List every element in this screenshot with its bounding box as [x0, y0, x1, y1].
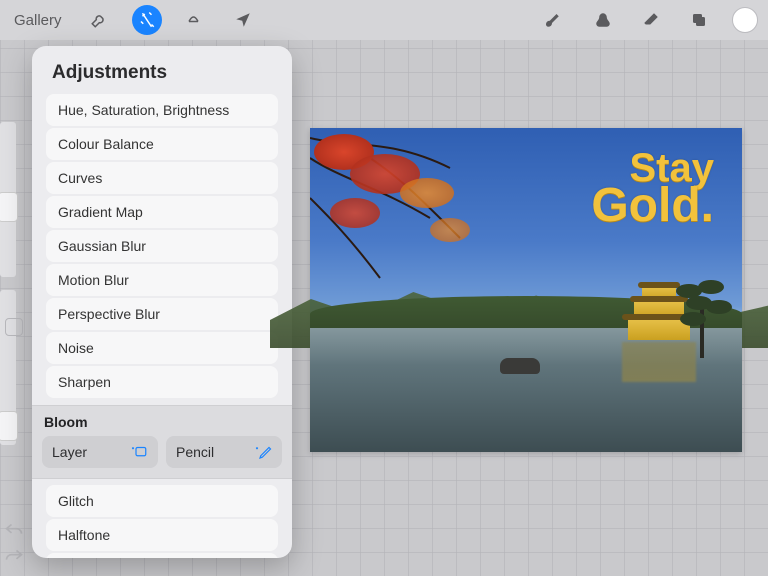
canvas-leaves: [430, 218, 470, 242]
bloom-title: Bloom: [42, 412, 282, 436]
undo-icon[interactable]: [4, 522, 24, 538]
adj-glitch[interactable]: Glitch: [46, 485, 278, 517]
canvas-pine: [672, 278, 732, 358]
slider-thumb[interactable]: [0, 192, 18, 222]
adj-noise[interactable]: Noise: [46, 332, 278, 364]
brush-opacity-slider[interactable]: [0, 290, 16, 445]
canvas-leaves: [400, 178, 454, 208]
gallery-button[interactable]: Gallery: [10, 12, 66, 29]
adjustments-icon[interactable]: [132, 5, 162, 35]
adj-colour-balance[interactable]: Colour Balance: [46, 128, 278, 160]
adjustments-popover: Adjustments Hue, Saturation, Brightness …: [32, 46, 292, 558]
wrench-icon[interactable]: [84, 5, 114, 35]
canvas-text-line2: Gold.: [591, 184, 714, 227]
brush-icon[interactable]: [540, 5, 570, 35]
smudge-icon[interactable]: [588, 5, 618, 35]
canvas-artwork[interactable]: Stay Gold.: [310, 128, 742, 452]
layer-apply-icon: [130, 445, 148, 459]
adj-gaussian-blur[interactable]: Gaussian Blur: [46, 230, 278, 262]
bloom-option-label: Layer: [52, 444, 87, 460]
slider-thumb[interactable]: [0, 411, 18, 441]
adj-perspective-blur[interactable]: Perspective Blur: [46, 298, 278, 330]
adj-gradient-map[interactable]: Gradient Map: [46, 196, 278, 228]
eraser-icon[interactable]: [636, 5, 666, 35]
color-swatch[interactable]: [732, 7, 758, 33]
canvas-text: Stay Gold.: [591, 150, 714, 227]
adj-chromatic-aberration[interactable]: Chromatic Aberration: [46, 553, 278, 558]
top-toolbar: Gallery: [0, 0, 768, 40]
brush-size-slider[interactable]: [0, 122, 16, 277]
bloom-section: Bloom Layer Pencil: [32, 405, 292, 479]
canvas-rock: [500, 358, 540, 374]
bloom-pencil-button[interactable]: Pencil: [166, 436, 282, 468]
redo-icon[interactable]: [4, 548, 24, 564]
pencil-apply-icon: [254, 445, 272, 459]
bloom-option-label: Pencil: [176, 444, 214, 460]
adj-hue-saturation-brightness[interactable]: Hue, Saturation, Brightness: [46, 94, 278, 126]
adjustments-list-bottom: Glitch Halftone Chromatic Aberration Liq…: [40, 485, 284, 558]
canvas-leaves: [330, 198, 380, 228]
layers-icon[interactable]: [684, 5, 714, 35]
adj-sharpen[interactable]: Sharpen: [46, 366, 278, 398]
adj-halftone[interactable]: Halftone: [46, 519, 278, 551]
adj-motion-blur[interactable]: Motion Blur: [46, 264, 278, 296]
popover-title: Adjustments: [40, 56, 284, 94]
transform-icon[interactable]: [228, 5, 258, 35]
selection-icon[interactable]: [180, 5, 210, 35]
bloom-layer-button[interactable]: Layer: [42, 436, 158, 468]
modify-button[interactable]: [5, 318, 23, 336]
adj-curves[interactable]: Curves: [46, 162, 278, 194]
adjustments-list-top: Hue, Saturation, Brightness Colour Balan…: [40, 94, 284, 399]
